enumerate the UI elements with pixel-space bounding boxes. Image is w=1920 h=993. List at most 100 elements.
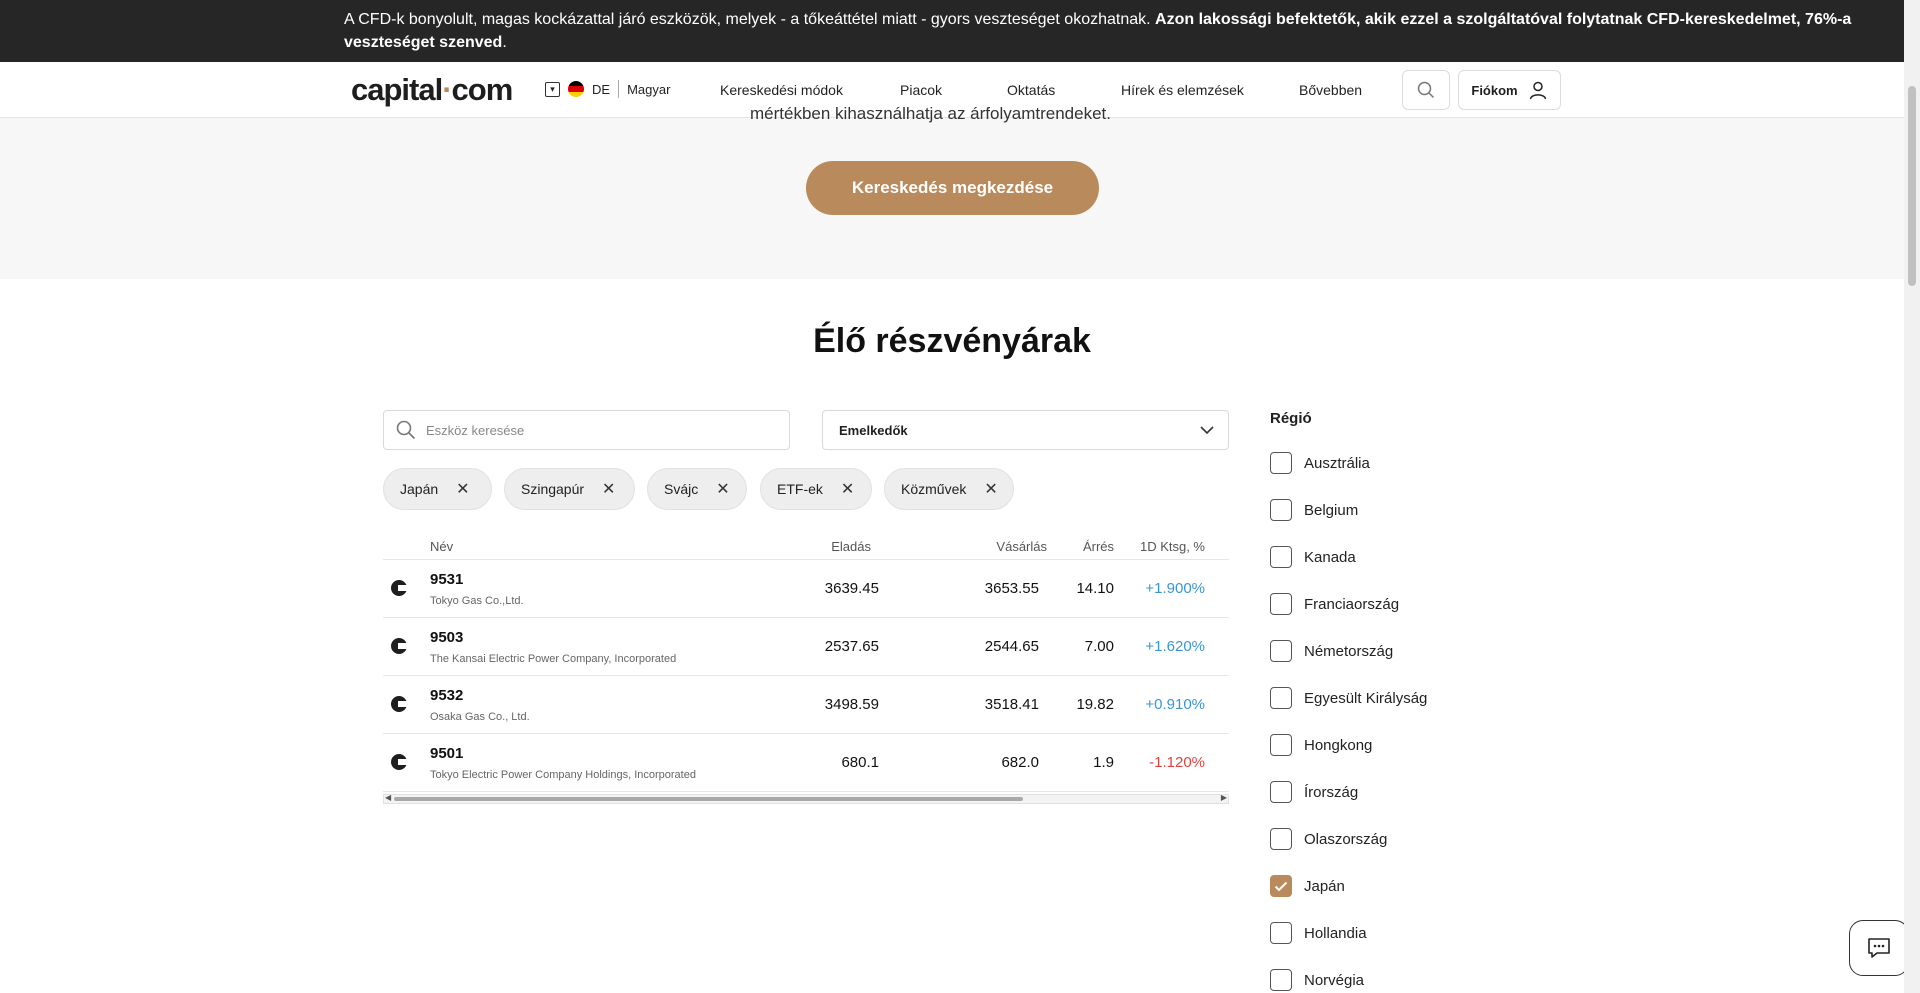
page-vertical-scrollbar[interactable] (1904, 0, 1920, 993)
nav-markets[interactable]: Piacok (900, 82, 942, 98)
row-change: -1.120% (1149, 754, 1205, 771)
close-icon[interactable]: ✕ (602, 479, 615, 499)
scrollbar-thumb[interactable] (1908, 86, 1916, 286)
checkbox[interactable] (1270, 499, 1292, 521)
region-option[interactable]: Olaszország (1270, 828, 1387, 850)
language-selector[interactable]: ▾ DE Magyar (545, 80, 670, 98)
row-spread: 19.82 (1076, 696, 1114, 713)
region-option[interactable]: Japán (1270, 875, 1345, 897)
region-code: DE (592, 81, 611, 97)
filter-chip-japan[interactable]: Japán ✕ (383, 468, 492, 510)
table-row[interactable]: 9531 Tokyo Gas Co.,Ltd. 3639.45 3653.55 … (383, 560, 1229, 618)
table-row[interactable]: 9503 The Kansai Electric Power Company, … (383, 618, 1229, 676)
row-spread: 7.00 (1084, 638, 1114, 655)
scroll-left-arrow-icon[interactable]: ◀ (385, 793, 391, 802)
filter-chip-label: ETF-ek (777, 481, 823, 497)
close-icon[interactable]: ✕ (716, 479, 729, 499)
user-icon (1529, 81, 1546, 100)
row-change: +0.910% (1145, 696, 1205, 713)
row-sell-price[interactable]: 680.1 (841, 754, 879, 771)
capital-logo-icon (391, 638, 407, 654)
checkbox[interactable] (1270, 640, 1292, 662)
logo-text-right: com (451, 72, 514, 107)
row-buy-price[interactable]: 3518.41 (985, 696, 1039, 713)
region-option[interactable]: Kanada (1270, 546, 1356, 568)
checkbox[interactable] (1270, 546, 1292, 568)
checkbox[interactable] (1270, 593, 1292, 615)
filter-chip-switzerland[interactable]: Svájc ✕ (647, 468, 747, 510)
region-option[interactable]: Belgium (1270, 499, 1358, 521)
stock-price-table: Név Eladás Vásárlás Árrés 1D Ktsg, % 953… (383, 531, 1229, 804)
checkbox[interactable] (1270, 922, 1292, 944)
table-row[interactable]: 9501 Tokyo Electric Power Company Holdin… (383, 734, 1229, 792)
region-option-label: Olaszország (1304, 830, 1388, 848)
filter-chip-label: Japán (400, 481, 439, 497)
region-option-label: Franciaország (1304, 595, 1400, 613)
start-trading-button[interactable]: Kereskedés megkezdése (806, 161, 1099, 215)
checkbox[interactable] (1270, 969, 1292, 991)
risk-warning-text: A CFD-k bonyolult, magas kockázattal jár… (344, 11, 1156, 28)
filter-chip-etfs[interactable]: ETF-ek ✕ (760, 468, 872, 510)
asset-search-box[interactable] (383, 410, 790, 450)
row-sell-price[interactable]: 3639.45 (825, 580, 879, 597)
search-icon (396, 420, 416, 440)
chevron-down-icon (1200, 425, 1214, 434)
scroll-right-arrow-icon[interactable]: ▶ (1221, 793, 1227, 802)
close-icon[interactable]: ✕ (984, 479, 997, 499)
nav-news-analysis[interactable]: Hírek és elemzések (1121, 82, 1244, 98)
filter-chip-utilities[interactable]: Közművek ✕ (884, 468, 1014, 510)
germany-flag-icon (568, 81, 584, 97)
row-sell-price[interactable]: 2537.65 (825, 638, 879, 655)
nav-more[interactable]: Bővebben (1299, 82, 1362, 98)
row-symbol: 9501 (430, 745, 464, 762)
checkbox[interactable] (1270, 687, 1292, 709)
table-horizontal-scrollbar[interactable]: ◀ ▶ (383, 793, 1229, 804)
divider (618, 80, 620, 98)
row-company: The Kansai Electric Power Company, Incor… (430, 653, 677, 665)
filter-chip-singapore[interactable]: Szingapúr ✕ (504, 468, 635, 510)
asset-search-input[interactable] (426, 422, 766, 438)
capital-com-logo[interactable]: capital·com (351, 72, 514, 108)
row-buy-price[interactable]: 3653.55 (985, 580, 1039, 597)
nav-trading-modes[interactable]: Kereskedési módok (720, 82, 843, 98)
checkbox[interactable] (1270, 734, 1292, 756)
search-icon (1417, 81, 1435, 99)
table-row[interactable]: 9532 Osaka Gas Co., Ltd. 3498.59 3518.41… (383, 676, 1229, 734)
header-search-button[interactable] (1402, 70, 1450, 110)
region-option[interactable]: Franciaország (1270, 593, 1399, 615)
row-sell-price[interactable]: 3498.59 (825, 696, 879, 713)
checkbox[interactable] (1270, 828, 1292, 850)
risk-warning-end: . (502, 34, 507, 51)
region-option-label: Hongkong (1304, 736, 1373, 754)
column-name: Név (430, 539, 454, 554)
check-icon (1274, 881, 1288, 891)
close-icon[interactable]: ✕ (456, 479, 469, 499)
checkbox[interactable] (1270, 452, 1292, 474)
row-buy-price[interactable]: 682.0 (1001, 754, 1039, 771)
column-sell: Eladás (831, 539, 871, 554)
nav-education[interactable]: Oktatás (1007, 82, 1055, 98)
checkbox[interactable] (1270, 781, 1292, 803)
row-symbol: 9532 (430, 687, 464, 704)
region-option[interactable]: Írország (1270, 781, 1358, 803)
region-option[interactable]: Norvégia (1270, 969, 1364, 991)
region-option-label: Kanada (1304, 548, 1356, 566)
sort-dropdown[interactable]: Emelkedők (822, 410, 1229, 450)
region-option[interactable]: Egyesült Királyság (1270, 687, 1427, 709)
chat-button[interactable] (1849, 920, 1909, 976)
checkbox[interactable] (1270, 875, 1292, 897)
region-option[interactable]: Ausztrália (1270, 452, 1370, 474)
row-company: Osaka Gas Co., Ltd. (430, 711, 530, 723)
account-label: Fiókom (1471, 82, 1518, 98)
column-change: 1D Ktsg, % (1139, 539, 1205, 554)
row-buy-price[interactable]: 2544.65 (985, 638, 1039, 655)
region-option[interactable]: Hollandia (1270, 922, 1367, 944)
scrollbar-thumb[interactable] (394, 797, 1023, 801)
chevron-down-icon: ▾ (545, 81, 560, 97)
close-icon[interactable]: ✕ (841, 479, 854, 499)
account-button[interactable]: Fiókom (1458, 70, 1561, 110)
region-option-label: Norvégia (1304, 971, 1365, 989)
region-option[interactable]: Hongkong (1270, 734, 1372, 756)
region-option[interactable]: Németország (1270, 640, 1393, 662)
page-title: Élő részvényárak (813, 322, 1091, 360)
